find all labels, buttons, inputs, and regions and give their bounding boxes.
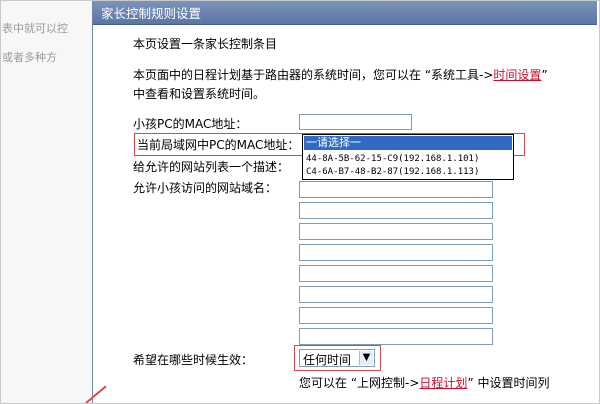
allowed-domains-label: 允许小孩访问的网站域名： <box>133 181 278 195</box>
parental-control-dialog: 家长控制规则设置 本页设置一条家长控制条目 本页面中的日程计划基于路由器的系统时… <box>92 0 597 404</box>
domain-input[interactable] <box>299 307 493 324</box>
description-quote: ” <box>541 68 548 82</box>
schedule-note: 您可以在 “上网控制->日程计划” 中设置时间列 <box>299 375 549 391</box>
schedule-plan-link[interactable]: 日程计划 <box>419 376 467 390</box>
effective-time-select[interactable]: 任何时间 ▼ <box>299 349 375 367</box>
child-mac-input[interactable] <box>299 114 412 130</box>
domain-input[interactable] <box>299 265 493 282</box>
background-article: 表中就可以控 或者多种方 <box>0 0 93 404</box>
domain-input[interactable] <box>299 244 493 261</box>
system-time-description-line2: 中查看和设置系统时间。 <box>133 87 266 101</box>
effective-time-value: 任何时间 <box>303 353 352 367</box>
mac-address-dropdown[interactable]: 一请选择一 44-8A-5B-62-15-C9(192.168.1.101) C… <box>302 134 514 180</box>
background-text-line: 或者多种方 <box>2 51 57 64</box>
background-text-line: 表中就可以控 <box>2 22 68 35</box>
domain-input[interactable] <box>299 223 493 240</box>
domain-input[interactable] <box>299 181 493 198</box>
system-time-description: 本页面中的日程计划基于路由器的系统时间，您可以在 “系统工具->时间设置” <box>133 67 548 83</box>
domain-input[interactable] <box>299 328 493 345</box>
page-heading: 本页设置一条家长控制条目 <box>133 37 278 51</box>
dropdown-option-placeholder[interactable]: 一请选择一 <box>304 136 512 150</box>
effective-time-label: 希望在哪些时候生效： <box>133 353 254 367</box>
dropdown-option[interactable]: C4-6A-B7-48-B2-87(192.168.1.113) <box>304 165 512 179</box>
domain-input[interactable] <box>299 286 493 303</box>
title-bar: 家长控制规则设置 <box>93 0 597 25</box>
time-settings-link[interactable]: 时间设置 <box>493 68 541 82</box>
dropdown-option[interactable]: 44-8A-5B-62-15-C9(192.168.1.101) <box>304 152 512 166</box>
domain-input[interactable] <box>299 202 493 219</box>
dialog-title: 家长控制规则设置 <box>101 6 202 21</box>
child-mac-label: 小孩PC的MAC地址： <box>133 117 248 131</box>
schedule-note-text-end: ” 中设置时间列 <box>467 376 550 390</box>
chevron-down-icon[interactable]: ▼ <box>359 351 373 365</box>
current-lan-mac-label: 当前局域网中PC的MAC地址： <box>137 138 300 152</box>
description-text: 本页面中的日程计划基于路由器的系统时间，您可以在 “系统工具-> <box>133 68 494 82</box>
allowed-list-description-label: 给允许的网站列表一个描述： <box>133 160 290 174</box>
schedule-note-text: 您可以在 “上网控制-> <box>299 376 420 390</box>
